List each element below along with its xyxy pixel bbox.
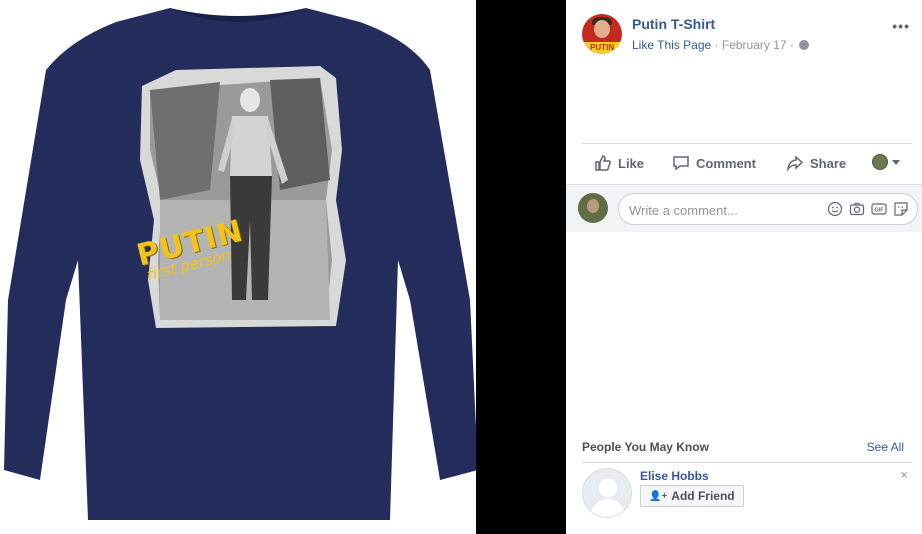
like-label: Like (618, 155, 645, 171)
more-options-icon[interactable]: ••• (892, 18, 910, 34)
sticker-icon[interactable] (893, 201, 909, 217)
add-friend-button[interactable]: 👤+ Add Friend (640, 485, 744, 507)
post-as-selector[interactable] (872, 154, 900, 170)
comment-placeholder: Write a comment... (629, 203, 738, 218)
post-header: PUTIN Putin T-Shirt Like This Page · Feb… (582, 12, 912, 56)
caret-down-icon (892, 159, 900, 165)
share-button[interactable]: Share (786, 154, 846, 172)
post-actions: Like Comment Share (582, 148, 912, 180)
like-this-page-link[interactable]: Like This Page (632, 38, 711, 52)
post-panel: PUTIN Putin T-Shirt Like This Page · Feb… (566, 0, 922, 534)
post-meta: Like This Page · February 17 · (632, 38, 810, 52)
shirt-image (0, 0, 476, 534)
divider (582, 143, 912, 144)
post-date[interactable]: February 17 (722, 38, 787, 52)
black-divider (476, 0, 566, 534)
suggested-person-name[interactable]: Elise Hobbs (640, 469, 709, 483)
close-icon[interactable]: × (900, 467, 908, 482)
emoji-icon[interactable] (827, 201, 843, 217)
like-button[interactable]: Like (594, 154, 644, 172)
share-icon (786, 155, 804, 172)
globe-icon (799, 40, 810, 50)
divider (582, 462, 912, 463)
thumbs-up-icon (595, 155, 611, 171)
share-label: Share (810, 155, 847, 171)
commenter-avatar[interactable] (578, 193, 608, 223)
add-friend-label: Add Friend (671, 489, 735, 503)
see-all-link[interactable]: See All (867, 440, 904, 454)
gif-icon[interactable]: GIF (871, 201, 887, 217)
pymk-title: People You May Know (582, 440, 709, 454)
comment-icon (673, 156, 689, 171)
comment-button[interactable]: Comment (672, 154, 756, 172)
svg-text:GIF: GIF (874, 208, 884, 214)
mini-avatar-icon (872, 154, 888, 170)
page-avatar[interactable]: PUTIN (582, 14, 622, 54)
add-friend-icon: 👤+ (649, 490, 668, 502)
post-photo[interactable]: PUTIN first person (0, 0, 476, 534)
suggested-person-avatar[interactable] (582, 468, 632, 518)
comment-composer: Write a comment... GIF (566, 184, 922, 232)
comment-input[interactable]: Write a comment... GIF (618, 193, 918, 225)
page-name-link[interactable]: Putin T-Shirt (632, 16, 715, 32)
camera-icon[interactable] (849, 201, 865, 217)
comment-label: Comment (696, 155, 756, 171)
